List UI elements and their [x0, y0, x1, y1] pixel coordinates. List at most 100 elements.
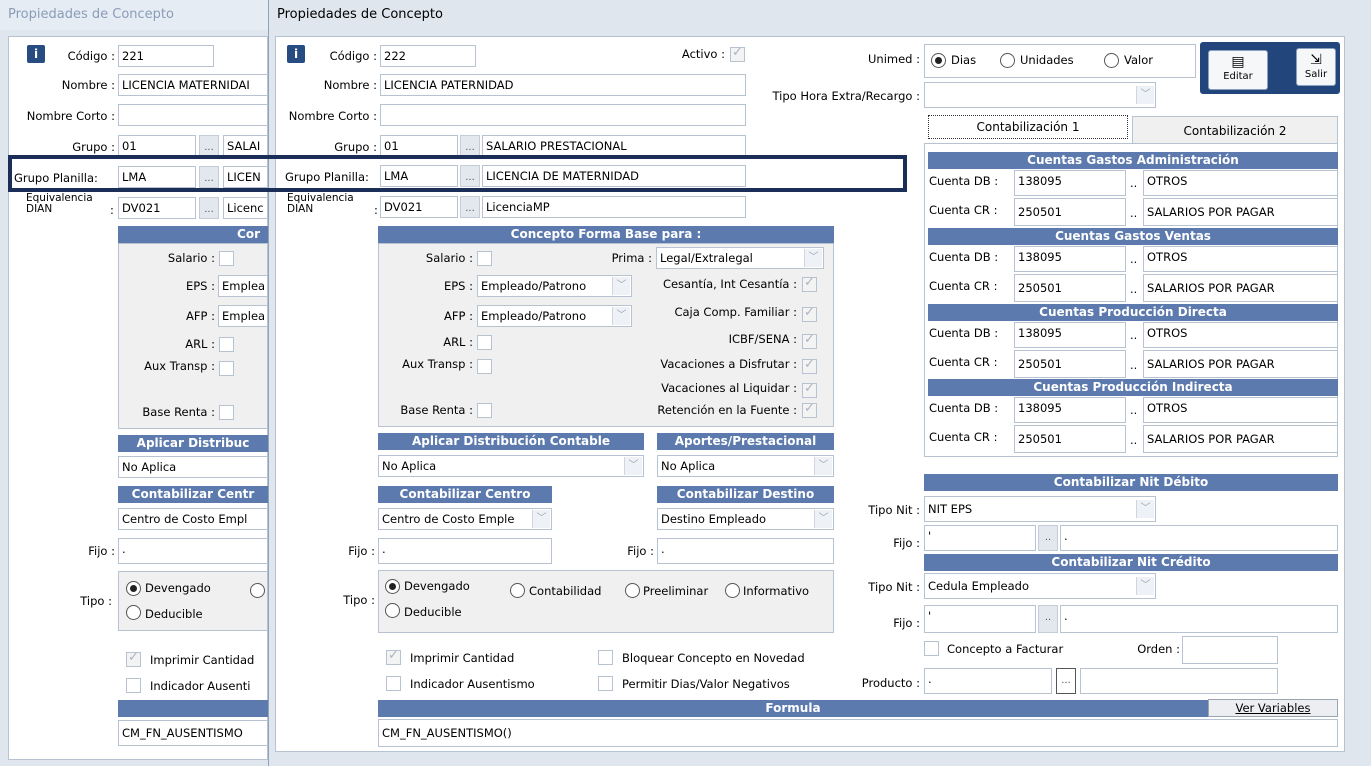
codigo-field[interactable]: 221	[118, 45, 214, 67]
cuenta-db-ellipsis[interactable]: ..	[1130, 252, 1137, 266]
informativo-radio[interactable]	[725, 583, 740, 598]
unimed-valor-radio[interactable]	[1104, 53, 1119, 68]
contab-centro-select[interactable]: Centro de Costo Emple ﹀	[378, 508, 552, 530]
back-salario-label: Salario :	[167, 251, 215, 265]
preeliminar-radio[interactable]	[625, 583, 640, 598]
cuenta-db-code-field[interactable]: 138095	[1014, 322, 1126, 348]
tipo-nit-credito-select[interactable]: Cedula Empleado ﹀	[924, 573, 1156, 599]
aportes-select[interactable]: No Aplica ﹀	[657, 455, 834, 477]
fijo2-field[interactable]: .	[657, 538, 834, 564]
unimed-unidades-radio[interactable]	[1000, 53, 1015, 68]
cuenta-cr-code-field[interactable]: 250501	[1014, 350, 1126, 378]
aplicar-select[interactable]: No Aplica ﹀	[378, 455, 644, 477]
vac-liquidar-checkbox[interactable]: ✓	[802, 381, 817, 398]
activo-checkbox[interactable]: ✓	[730, 45, 745, 62]
salario-checkbox[interactable]	[477, 251, 492, 266]
back-devengado-radio[interactable]	[126, 581, 141, 596]
prima-select[interactable]: Legal/Extralegal ﹀	[656, 247, 824, 269]
contabilidad-radio[interactable]	[510, 583, 525, 598]
retencion-checkbox[interactable]: ✓	[802, 401, 817, 418]
equivalencia-ellipsis-button[interactable]: ...	[199, 197, 219, 219]
cuenta-db-ellipsis[interactable]: ..	[1130, 176, 1137, 190]
vac-disfrutar-checkbox[interactable]: ✓	[802, 357, 817, 374]
grupo-ellipsis-button-front[interactable]: ...	[460, 135, 480, 157]
cuenta-cr-ellipsis[interactable]: ..	[1130, 433, 1137, 447]
back-contabilidad-radio[interactable]	[250, 583, 265, 598]
nombre-field-front[interactable]: LICENCIA PATERNIDAD	[380, 74, 746, 96]
tab-contabilizacion-1[interactable]: Contabilización 1	[928, 115, 1128, 139]
grupo-ellipsis-button[interactable]: ...	[199, 135, 219, 157]
cuenta-cr-code-field[interactable]: 250501	[1014, 198, 1126, 226]
cuenta-cr-label: Cuenta CR :	[929, 430, 998, 444]
producto-field[interactable]: .	[924, 668, 1052, 694]
cuenta-cr-ellipsis[interactable]: ..	[1130, 358, 1137, 372]
info-icon-front[interactable]: i	[287, 45, 305, 63]
cuenta-cr-code-field[interactable]: 250501	[1014, 425, 1126, 453]
nit-fijo-credito-field[interactable]: '	[924, 605, 1036, 633]
back-indicador-checkbox[interactable]	[126, 678, 141, 693]
tab-contabilizacion-2[interactable]: Contabilización 2	[1132, 116, 1338, 144]
unimed-dias-radio[interactable]	[931, 53, 946, 68]
cuenta-db-code-field[interactable]: 138095	[1014, 397, 1126, 423]
grupo-code-field-front[interactable]: 01	[380, 135, 458, 157]
cesantia-checkbox[interactable]: ✓	[802, 275, 817, 292]
icbf-label: ICBF/SENA :	[728, 332, 797, 346]
indicador-checkbox[interactable]	[386, 676, 401, 691]
tipo-hora-select[interactable]: ﹀	[924, 82, 1156, 108]
fijo-field-front[interactable]: .	[378, 538, 552, 564]
grupo-code-field[interactable]: 01	[118, 135, 196, 157]
back-eps-select[interactable]: Emplea	[218, 275, 268, 297]
cuenta-db-code-field[interactable]: 138095	[1014, 170, 1126, 196]
cuenta-db-code-field[interactable]: 138095	[1014, 246, 1126, 272]
contab-destino-select[interactable]: Destino Empleado ﹀	[657, 508, 834, 530]
formula-field[interactable]: CM_FN_AUSENTISMO()	[378, 719, 1338, 747]
deducible-radio[interactable]	[385, 603, 400, 618]
salir-button[interactable]: ⇲ Salir	[1296, 48, 1336, 86]
nombre-corto-field-front[interactable]	[380, 104, 746, 126]
info-icon[interactable]: i	[27, 45, 45, 63]
codigo-field-front[interactable]: 222	[380, 45, 476, 67]
arl-checkbox[interactable]	[477, 335, 492, 350]
imprimir-checkbox[interactable]: ✓	[386, 648, 401, 665]
back-afp-select[interactable]: Emplea	[218, 305, 268, 327]
back-deducible-radio[interactable]	[126, 605, 141, 620]
bloquear-checkbox[interactable]	[598, 650, 613, 665]
base-renta-checkbox[interactable]	[477, 403, 492, 418]
back-contab-centro-select[interactable]: Centro de Costo Empl	[118, 508, 268, 530]
check-icon: ✓	[804, 381, 815, 396]
nombre-field[interactable]: LICENCIA MATERNIDAI	[118, 74, 268, 96]
nit-fijo-debito-ellipsis-button[interactable]: ..	[1038, 525, 1058, 551]
cuenta-db-ellipsis[interactable]: ..	[1130, 328, 1137, 342]
afp-select[interactable]: Empleado/Patrono ﹀	[477, 305, 632, 327]
cuenta-cr-ellipsis[interactable]: ..	[1130, 282, 1137, 296]
icbf-checkbox[interactable]: ✓	[802, 332, 817, 349]
equivalencia-ellipsis-button-front[interactable]: ...	[460, 196, 480, 218]
cuenta-db-ellipsis[interactable]: ..	[1130, 403, 1137, 417]
back-salario-checkbox[interactable]	[219, 251, 234, 266]
producto-ellipsis-button[interactable]: ...	[1056, 668, 1076, 694]
back-aplicar-select[interactable]: No Aplica	[118, 456, 268, 478]
back-arl-checkbox[interactable]	[219, 337, 234, 352]
back-base-renta-checkbox[interactable]	[219, 405, 234, 420]
concepto-facturar-checkbox[interactable]	[924, 641, 939, 656]
aux-checkbox[interactable]	[477, 359, 492, 374]
caja-checkbox[interactable]: ✓	[802, 305, 817, 322]
back-fijo-field[interactable]: .	[118, 538, 268, 564]
orden-field[interactable]	[1182, 636, 1278, 664]
equivalencia-code-field[interactable]: DV021	[118, 197, 196, 219]
back-imprimir-checkbox[interactable]: ✓	[126, 650, 141, 667]
cuenta-cr-ellipsis[interactable]: ..	[1130, 206, 1137, 220]
editar-button[interactable]: ▤ Editar	[1208, 50, 1268, 90]
tipo-nit-debito-select[interactable]: NIT EPS ﹀	[924, 496, 1156, 522]
ver-variables-button[interactable]: Ver Variables	[1208, 699, 1338, 717]
permitir-checkbox[interactable]	[598, 676, 613, 691]
devengado-radio[interactable]	[385, 579, 400, 594]
nombre-corto-field[interactable]	[118, 104, 268, 126]
back-aux-checkbox[interactable]	[219, 361, 234, 376]
nit-fijo-credito-ellipsis-button[interactable]: ..	[1038, 605, 1058, 633]
equivalencia-code-field-front[interactable]: DV021	[380, 196, 458, 218]
cuenta-cr-code-field[interactable]: 250501	[1014, 274, 1126, 302]
back-formula-field[interactable]: CM_FN_AUSENTISMO	[118, 720, 268, 746]
nit-fijo-debito-field[interactable]: '	[924, 525, 1036, 551]
eps-select[interactable]: Empleado/Patrono ﹀	[477, 275, 632, 297]
